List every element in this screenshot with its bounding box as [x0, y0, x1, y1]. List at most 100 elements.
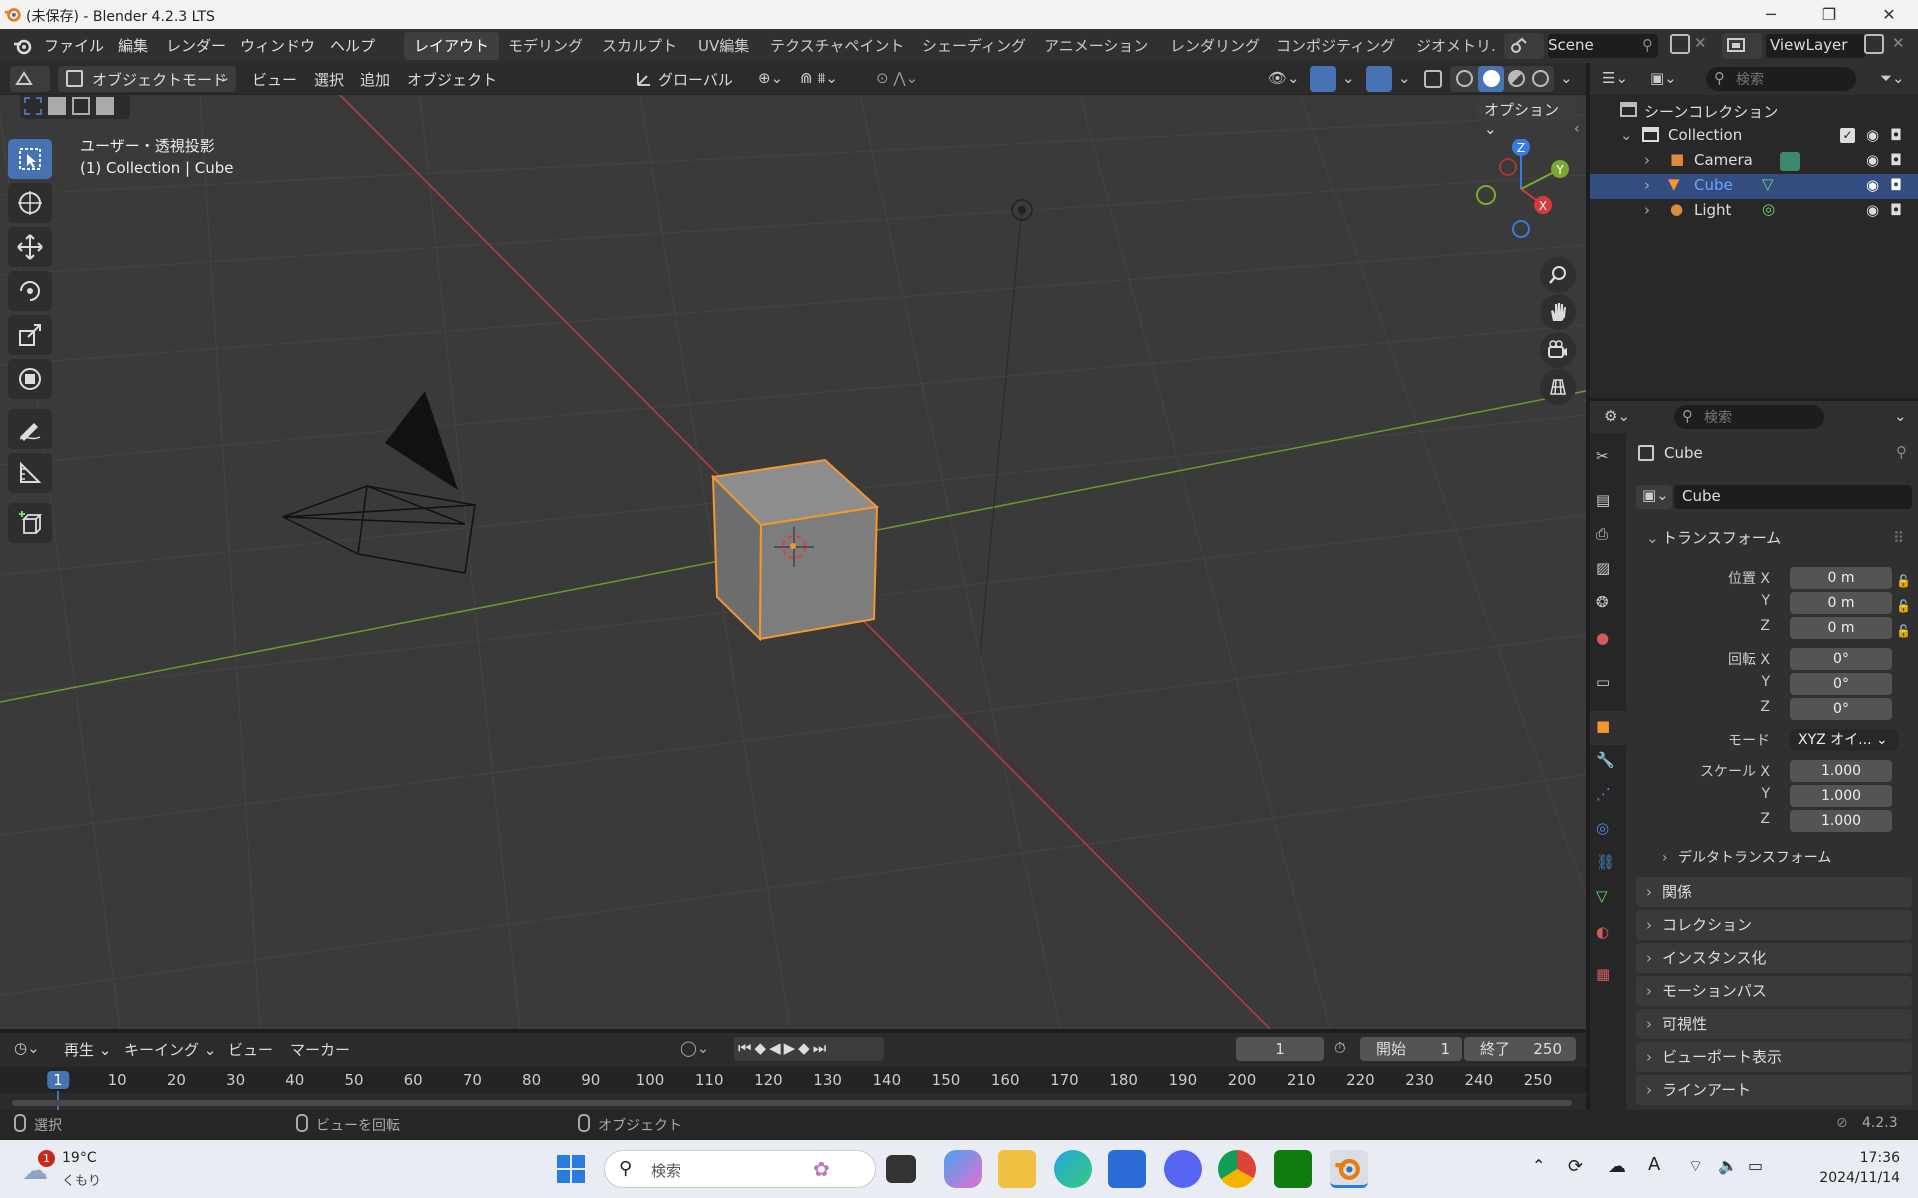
next-keyframe-icon[interactable]: ◆: [798, 1039, 813, 1057]
panel-motion-paths[interactable]: › モーションパス: [1636, 976, 1912, 1006]
cursor-tool[interactable]: [8, 183, 52, 223]
overlays-toggle-button[interactable]: [1366, 66, 1392, 92]
neg-y-axis-handle[interactable]: [1476, 185, 1496, 205]
blender-taskbar-icon[interactable]: [1330, 1150, 1368, 1188]
eye-icon[interactable]: ◉: [1866, 176, 1879, 194]
object-name-field[interactable]: Cube: [1674, 485, 1912, 509]
rotation-x-field[interactable]: 0°: [1790, 648, 1892, 670]
outliner-item-light[interactable]: › ● Light ◎ ◉ ◘: [1590, 199, 1918, 224]
lock-icon[interactable]: 🔓: [1896, 569, 1911, 594]
eye-icon[interactable]: ◉: [1866, 201, 1879, 219]
select-invert-icon[interactable]: [96, 97, 114, 115]
timeline-editor-type-icon[interactable]: ◷⌄: [14, 1039, 40, 1057]
material-tab-icon[interactable]: ◐: [1596, 923, 1620, 947]
tab-shading[interactable]: シェーディング: [912, 32, 1036, 60]
play-icon[interactable]: ▶: [784, 1039, 799, 1057]
rotation-z-field[interactable]: 0°: [1790, 698, 1892, 720]
view-layer-tab-icon[interactable]: ▨: [1596, 559, 1620, 583]
start-frame-field[interactable]: 開始 1: [1360, 1037, 1462, 1061]
panel-line-art[interactable]: › ラインアート: [1636, 1075, 1912, 1105]
wireframe-shading-icon[interactable]: [1456, 70, 1473, 87]
3d-viewport[interactable]: オプション ⌄ ユーザー・透視投影 (1) Collection | Cube …: [0, 95, 1586, 1029]
start-button[interactable]: [552, 1150, 590, 1188]
location-x-field[interactable]: 0 m: [1790, 567, 1892, 589]
exclude-checkbox[interactable]: ✓: [1840, 128, 1855, 143]
chevron-right-icon[interactable]: ›: [1644, 201, 1650, 219]
visibility-icon[interactable]: 👁⌄: [1268, 69, 1300, 87]
light-data-icon[interactable]: ◎: [1762, 200, 1775, 218]
stopwatch-icon[interactable]: ⏱: [1334, 1039, 1346, 1057]
sidebar-toggle-icon[interactable]: ‹: [1574, 121, 1580, 137]
output-tab-icon[interactable]: ⎙: [1596, 525, 1620, 549]
chevron-right-icon[interactable]: ›: [1644, 176, 1650, 194]
current-frame-field[interactable]: 1: [1236, 1037, 1324, 1061]
battery-icon[interactable]: ▭: [1748, 1156, 1763, 1175]
navigation-gizmo[interactable]: Z Y X: [1468, 139, 1574, 239]
menu-view[interactable]: ビュー: [252, 69, 297, 90]
pivot-point-icon[interactable]: ⊕⌄: [758, 69, 783, 87]
eye-icon[interactable]: ◉: [1866, 151, 1879, 169]
jump-end-icon[interactable]: ⏭: [813, 1039, 830, 1057]
menu-select[interactable]: 選択: [314, 69, 344, 90]
collection-tab-icon[interactable]: ▭: [1596, 673, 1620, 697]
tool-tab-icon[interactable]: ✂: [1596, 447, 1620, 471]
menu-view[interactable]: ビュー: [228, 1039, 273, 1060]
frame-ruler[interactable]: 1 10 20 30 40 50 60 70 80 90 100 110 120 130 140 150 160…: [0, 1067, 1586, 1111]
transform-panel-header[interactable]: ⌄ トランスフォーム ⠿: [1636, 523, 1912, 553]
proportional-editing-icon[interactable]: ⊙ ⋀⌄: [876, 69, 918, 87]
scene-selector-button[interactable]: [1504, 33, 1544, 59]
modifier-tab-icon[interactable]: 🔧: [1596, 751, 1620, 775]
chevron-down-icon[interactable]: ⌄: [1342, 69, 1355, 87]
tab-compositing[interactable]: コンポジティング: [1266, 32, 1405, 60]
world-tab-icon[interactable]: ●: [1596, 629, 1620, 653]
copilot-icon[interactable]: [944, 1150, 982, 1188]
object-tab[interactable]: ■: [1590, 711, 1626, 745]
lock-icon[interactable]: 🔓: [1896, 619, 1911, 644]
render-camera-icon[interactable]: ◘: [1890, 201, 1902, 219]
minimize-button[interactable]: ─: [1742, 0, 1800, 29]
rotation-y-field[interactable]: 0°: [1790, 673, 1892, 695]
chevron-down-icon[interactable]: ⌄: [1560, 69, 1573, 87]
auto-keying-icon[interactable]: ◯⌄: [680, 1039, 709, 1057]
onedrive-icon[interactable]: ☁: [1608, 1156, 1626, 1177]
sync-icon[interactable]: ⟳: [1568, 1156, 1583, 1177]
camera-data-icon[interactable]: [1780, 152, 1800, 171]
chevron-down-icon[interactable]: ⌄: [1398, 69, 1411, 87]
menu-help[interactable]: ヘルプ: [330, 35, 375, 56]
snap-icon[interactable]: ⋒ ⩩⌄: [800, 69, 838, 87]
menu-edit[interactable]: 編集: [118, 35, 148, 56]
menu-file[interactable]: ファイル: [44, 35, 104, 56]
constraints-tab-icon[interactable]: ⛓: [1596, 853, 1620, 877]
menu-add[interactable]: 追加: [360, 69, 390, 90]
render-camera-icon[interactable]: ◘: [1890, 176, 1902, 194]
panel-collections[interactable]: › コレクション: [1636, 910, 1912, 940]
chrome-icon[interactable]: [1218, 1150, 1256, 1188]
view-layer-name-field[interactable]: ViewLayer: [1766, 34, 1866, 58]
xray-toggle-icon[interactable]: [1424, 70, 1442, 88]
move-tool[interactable]: [8, 227, 52, 267]
clock[interactable]: 17:36 2024/11/14: [1796, 1148, 1900, 1188]
outliner-editor-type-icon[interactable]: ☰⌄: [1602, 69, 1628, 87]
tab-rendering[interactable]: レンダリング: [1160, 32, 1270, 60]
file-explorer-icon[interactable]: [998, 1150, 1036, 1188]
outliner-item-camera[interactable]: › ■ Camera ◉ ◘: [1590, 149, 1918, 174]
select-box-tool[interactable]: [8, 139, 52, 179]
select-subtract-icon[interactable]: [72, 97, 90, 115]
scale-z-field[interactable]: 1.000: [1790, 810, 1892, 832]
jump-start-icon[interactable]: ⏮: [738, 1039, 755, 1057]
discord-icon[interactable]: [1164, 1150, 1202, 1188]
tab-texture-paint[interactable]: テクスチャペイント: [760, 32, 914, 60]
outliner-search-input[interactable]: 検索: [1706, 67, 1856, 91]
display-mode-icon[interactable]: ▣⌄: [1650, 69, 1677, 87]
select-new-icon[interactable]: [24, 97, 42, 115]
menu-marker[interactable]: マーカー: [290, 1039, 350, 1060]
ime-icon[interactable]: A: [1648, 1154, 1660, 1175]
drag-handle-icon[interactable]: ⠿: [1893, 523, 1904, 553]
chevron-right-icon[interactable]: ›: [1644, 151, 1650, 169]
render-tab-icon[interactable]: ▤: [1596, 491, 1620, 515]
menu-object[interactable]: オブジェクト: [407, 69, 497, 90]
outliner-item-cube[interactable]: › ▼ Cube ▽ ◉ ◘: [1590, 174, 1918, 199]
menu-render[interactable]: レンダー: [166, 35, 226, 56]
transform-tool[interactable]: [8, 359, 52, 399]
edge-icon[interactable]: [1054, 1150, 1092, 1188]
